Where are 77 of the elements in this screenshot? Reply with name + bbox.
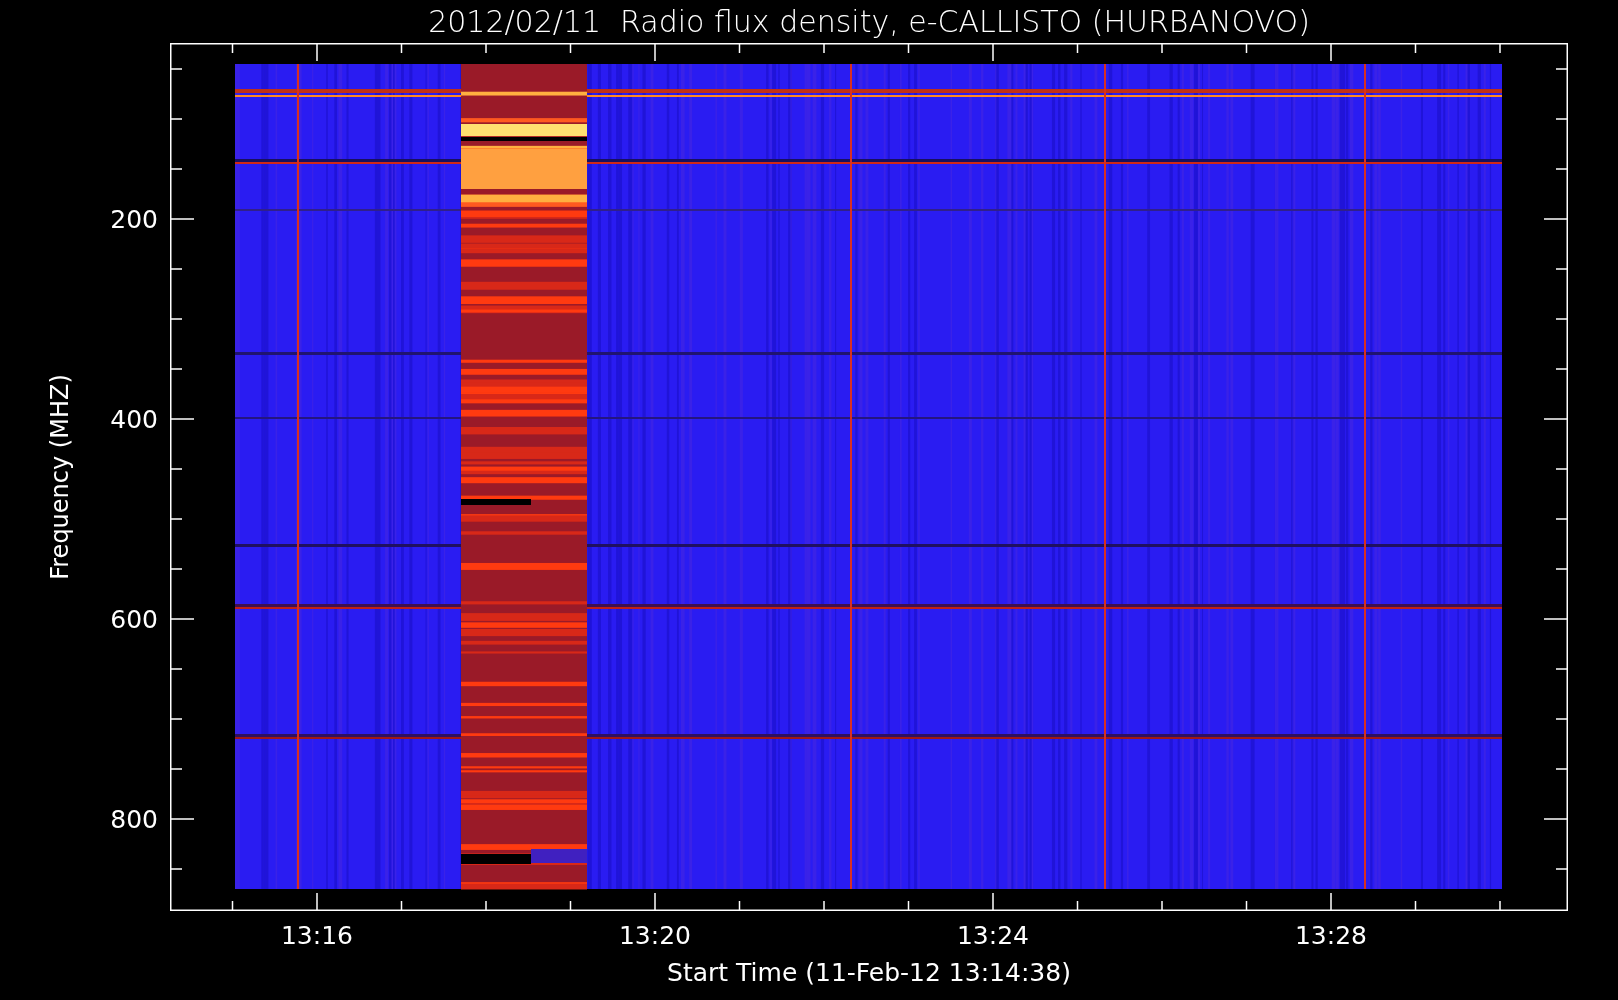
chart-title: 2012/02/11 Radio flux density, e-CALLISTO (HURBANOVO) (427, 3, 1311, 41)
tick-mark (1161, 900, 1163, 912)
tick-mark (1330, 42, 1332, 62)
tick-label: 800 (110, 805, 158, 834)
tick-mark (169, 868, 183, 870)
tick-mark (169, 318, 183, 320)
tick-mark (169, 618, 195, 620)
tick-mark (738, 42, 741, 54)
tick-mark (231, 900, 234, 912)
tick-label: 600 (110, 605, 158, 634)
tick-mark (1555, 668, 1569, 670)
tick-mark (169, 568, 183, 570)
x-axis-label: Start Time (11-Feb-12 13:14:38) (666, 957, 1072, 989)
tick-mark (992, 892, 994, 912)
tick-mark (169, 518, 183, 520)
tick-mark (169, 68, 183, 70)
tick-mark (1543, 418, 1569, 420)
tick-mark (1555, 718, 1569, 720)
tick-mark (169, 368, 183, 370)
tick-mark (400, 42, 403, 54)
tick-mark (1414, 42, 1417, 54)
tick-label: 13:16 (281, 921, 353, 950)
tick-mark (485, 900, 487, 912)
tick-mark (1555, 318, 1569, 320)
tick-mark (823, 42, 825, 54)
tick-mark (1161, 42, 1163, 54)
tick-label: 13:24 (957, 921, 1029, 950)
tick-mark (1555, 468, 1569, 470)
tick-mark (1555, 268, 1569, 270)
tick-mark (569, 900, 572, 912)
tick-mark (1555, 518, 1569, 520)
tick-mark (1499, 900, 1501, 912)
tick-mark (169, 818, 195, 820)
tick-mark (1499, 42, 1501, 54)
tick-label: 13:28 (1295, 921, 1367, 950)
tick-mark (169, 668, 183, 670)
tick-mark (1330, 892, 1332, 912)
tick-mark (1543, 218, 1569, 220)
tick-mark (169, 218, 195, 220)
tick-mark (823, 900, 825, 912)
tick-mark (1555, 368, 1569, 370)
tick-mark (485, 42, 487, 54)
tick-label: 400 (110, 405, 158, 434)
tick-mark (1555, 868, 1569, 870)
tick-mark (1414, 900, 1417, 912)
tick-mark (1245, 42, 1248, 54)
tick-mark (316, 892, 318, 912)
tick-mark (169, 268, 183, 270)
tick-mark (1076, 900, 1079, 912)
tick-mark (907, 900, 910, 912)
tick-mark (654, 892, 656, 912)
tick-mark (169, 118, 183, 120)
tick-mark (569, 42, 572, 54)
tick-mark (169, 468, 183, 470)
tick-mark (231, 42, 234, 54)
tick-mark (400, 900, 403, 912)
tick-mark (1076, 42, 1079, 54)
tick-mark (1543, 818, 1569, 820)
tick-mark (1555, 68, 1569, 70)
tick-mark (1555, 118, 1569, 120)
tick-mark (169, 168, 183, 170)
tick-label: 200 (110, 205, 158, 234)
tick-mark (169, 418, 195, 420)
tick-mark (654, 42, 656, 62)
y-axis-label: Frequency (MHZ) (46, 374, 74, 580)
tick-label: 13:20 (619, 921, 691, 950)
tick-mark (169, 718, 183, 720)
tick-mark (316, 42, 318, 62)
tick-mark (1555, 568, 1569, 570)
tick-mark (1555, 768, 1569, 770)
tick-mark (169, 768, 183, 770)
tick-mark (1555, 168, 1569, 170)
tick-mark (1543, 618, 1569, 620)
tick-mark (992, 42, 994, 62)
tick-mark (1245, 900, 1248, 912)
tick-mark (738, 900, 741, 912)
tick-mark (907, 42, 910, 54)
